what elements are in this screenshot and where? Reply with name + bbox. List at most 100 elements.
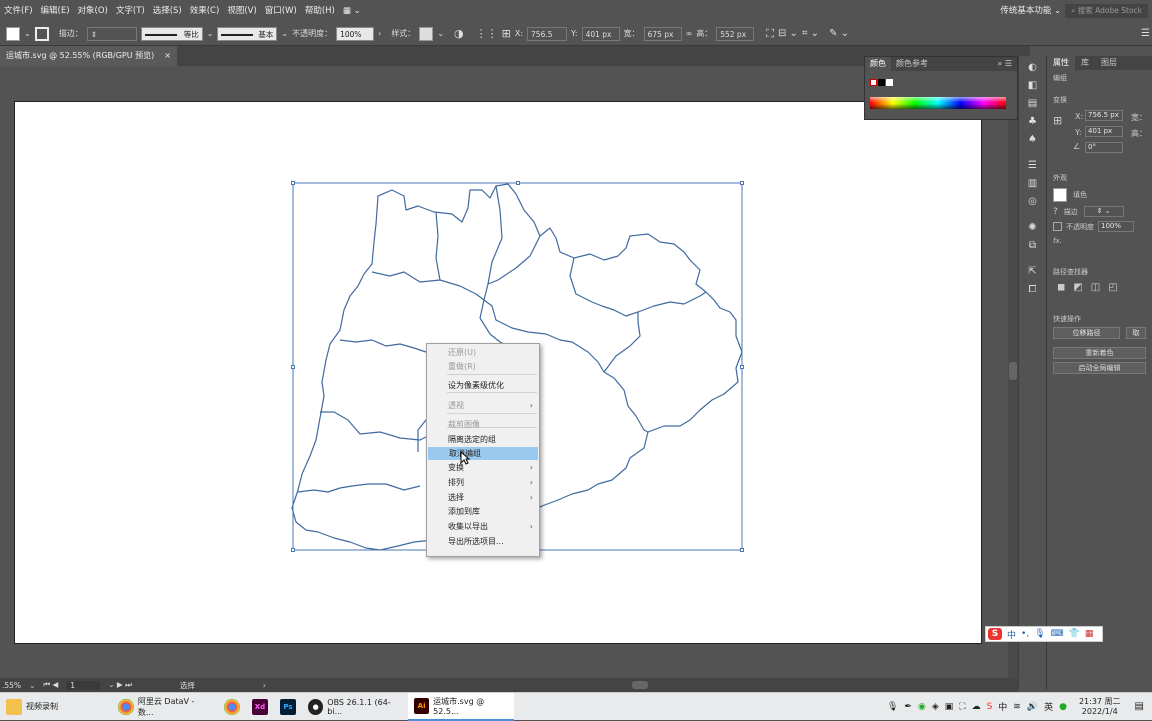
eraser-icon[interactable]: ✎ ⌄	[829, 28, 849, 39]
context-menu-item[interactable]: 还原(U)	[427, 346, 539, 359]
context-menu-item[interactable]: 收集以导出 ›	[427, 520, 539, 533]
menu-help[interactable]: 帮助(H)	[301, 0, 339, 22]
context-menu-item[interactable]: 隔离选定的组	[427, 433, 539, 446]
taskbar-item-obs[interactable]: ● OBS 26.1.1 (64-bi...	[302, 693, 408, 721]
chevron-down-icon[interactable]: ⌄	[24, 29, 31, 38]
opacity-field[interactable]: 100%	[1098, 221, 1134, 232]
stroke-panel-icon[interactable]: ☰	[1025, 160, 1041, 172]
ime-mode-label[interactable]: 中	[1007, 628, 1016, 641]
properties-panel-icon[interactable]: ◐	[1025, 62, 1041, 74]
menu-select[interactable]: 选择(S)	[149, 0, 186, 22]
stroke-icon[interactable]: ?	[1053, 207, 1058, 217]
network-icon[interactable]: ⛶	[959, 702, 965, 712]
app-tray-icon[interactable]: ◈	[932, 702, 939, 712]
chevron-down-icon[interactable]: ⌄	[281, 29, 288, 38]
tab-color[interactable]: 颜色	[865, 57, 891, 71]
workspace-switcher[interactable]: 传统基本功能 ⌄	[996, 0, 1065, 22]
y-field[interactable]: 401 px	[581, 26, 620, 41]
clock[interactable]: 21:37 周二 2022/1/4	[1073, 697, 1127, 717]
opacity-field[interactable]: 100%	[336, 26, 375, 41]
selection-handle[interactable]	[740, 548, 744, 552]
context-menu-item[interactable]: 选择 ›	[427, 491, 539, 504]
variable-width-profile[interactable]: 等比	[140, 26, 203, 41]
appearance-icon[interactable]: ✺	[1025, 222, 1041, 234]
align-icon[interactable]: ⋮⋮	[476, 27, 498, 40]
scroll-thumb[interactable]	[632, 681, 648, 689]
sogou-logo-icon[interactable]: S	[988, 628, 1002, 640]
context-menu-item[interactable]: 变换 ›	[427, 461, 539, 474]
status-arrow-icon[interactable]: ›	[263, 681, 266, 690]
transform-icon[interactable]: ⛶	[766, 27, 774, 41]
transparency-icon[interactable]: ◎	[1025, 196, 1041, 208]
y-field[interactable]: 401 px	[1085, 126, 1123, 137]
keyboard-icon[interactable]: ⌨	[1051, 629, 1064, 639]
taskbar-item-recording[interactable]: 视频录制	[0, 693, 112, 721]
notification-icon[interactable]: ▤	[1127, 701, 1152, 712]
vertical-scrollbar[interactable]	[1008, 66, 1018, 678]
skin-icon[interactable]: 👕	[1069, 629, 1080, 639]
sogou-tray-icon[interactable]: S	[987, 702, 993, 712]
monitor-icon[interactable]: ▣	[945, 702, 954, 712]
fill-swatch[interactable]	[1053, 188, 1067, 202]
selection-handle[interactable]	[740, 181, 744, 185]
menu-type[interactable]: 文字(T)	[112, 0, 149, 22]
panel-menu-icon[interactable]: ☰	[1141, 28, 1150, 39]
global-edit-button[interactable]: 启动全局编辑	[1053, 362, 1146, 374]
artboards-icon[interactable]: ⧠	[1025, 284, 1041, 296]
taskbar-item-illustrator[interactable]: Ai 运城市.svg @ 52.5...	[408, 692, 514, 721]
black-swatch[interactable]	[878, 79, 885, 86]
wechat-icon[interactable]: ◉	[918, 702, 926, 712]
next-page-icon[interactable]: ⌄ ▶ ⏭	[108, 680, 132, 690]
white-swatch[interactable]	[886, 79, 893, 86]
reference-point-icon[interactable]: ⊞	[1053, 114, 1062, 127]
gradient-icon[interactable]: ▥	[1025, 178, 1041, 190]
selection-handle[interactable]	[516, 181, 520, 185]
ime-lang-icon[interactable]: 英	[1044, 700, 1053, 713]
h-field[interactable]: 552 px	[716, 26, 755, 41]
exclude-icon[interactable]: ◰	[1108, 282, 1117, 293]
isolate-icon[interactable]: ⌗ ⌄	[802, 28, 819, 39]
layers-icon[interactable]: ⧉	[1025, 240, 1041, 252]
context-menu-item[interactable]: 设为像素级优化	[427, 379, 539, 392]
volume-icon[interactable]: 🔊	[1027, 702, 1038, 712]
fill-swatch[interactable]	[6, 26, 20, 41]
mic-icon[interactable]: 🎙	[887, 702, 898, 712]
brush-definition[interactable]: 基本	[217, 26, 278, 41]
taskbar-item-chrome[interactable]	[218, 693, 246, 721]
x-field[interactable]: 756.5 px	[527, 26, 568, 53]
libraries-icon[interactable]: ◧	[1025, 80, 1041, 92]
taskbar-item-datav[interactable]: 阿里云 DataV - 数...	[112, 693, 218, 721]
page-number[interactable]: 1	[66, 680, 101, 690]
align-to-icon[interactable]: ⊟ ⌄	[778, 28, 798, 39]
link-icon[interactable]: ∞	[686, 29, 693, 38]
tab-properties[interactable]: 属性	[1047, 56, 1075, 70]
color-spectrum[interactable]	[870, 97, 1006, 109]
menu-edit[interactable]: 编辑(E)	[37, 0, 74, 22]
intersect-icon[interactable]: ◫	[1091, 282, 1100, 293]
context-menu-item[interactable]: 添加到库	[427, 505, 539, 518]
chevron-down-icon[interactable]: ⌄	[29, 681, 35, 690]
context-menu-item[interactable]: 透视 ›	[427, 399, 539, 412]
minus-front-icon[interactable]: ◩	[1073, 282, 1082, 293]
menu-view[interactable]: 视图(V)	[223, 0, 260, 22]
wifi-icon[interactable]: ≋	[1013, 702, 1021, 712]
none-swatch[interactable]	[870, 79, 877, 86]
horizontal-scrollbar[interactable]	[280, 680, 1004, 690]
context-menu-item[interactable]: 重做(R)	[427, 360, 539, 373]
green-tray-icon[interactable]: ●	[1059, 702, 1067, 712]
menu-file[interactable]: 文件(F)	[0, 0, 37, 22]
ime-tray-icon[interactable]: 中	[998, 700, 1007, 713]
tab-color-guide[interactable]: 颜色参考	[891, 57, 933, 71]
punctuation-icon[interactable]: •,	[1021, 629, 1029, 639]
stroke-swatch[interactable]	[34, 26, 49, 41]
recolor-button[interactable]: 重新着色	[1053, 347, 1146, 359]
mic-icon[interactable]: 🎙	[1034, 629, 1045, 639]
close-icon[interactable]: ×	[164, 46, 171, 66]
brushes-icon[interactable]: ♣	[1025, 116, 1041, 128]
search-stock-field[interactable]: ⌕ 搜索 Adobe Stock	[1065, 4, 1148, 18]
unite-icon[interactable]: ◼	[1057, 282, 1065, 293]
graphic-style-swatch[interactable]	[419, 26, 434, 41]
context-menu-item[interactable]: 排列 ›	[427, 476, 539, 489]
zoom-level[interactable]: .55%	[2, 681, 21, 690]
club-icon[interactable]: ♠	[1025, 134, 1041, 146]
